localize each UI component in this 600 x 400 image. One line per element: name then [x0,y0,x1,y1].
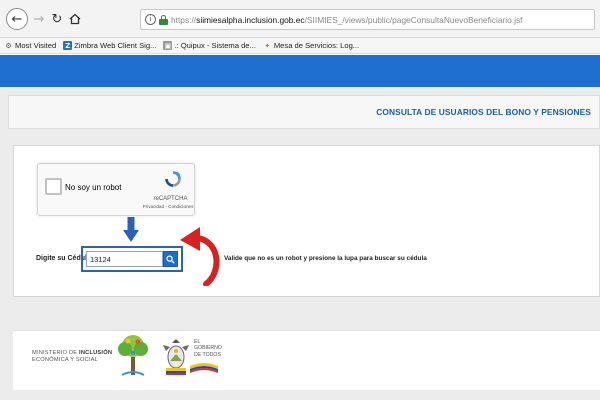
mesa-icon: ✦ [264,41,271,50]
url-domain: siimiesalpha.inclusion.gob.ec [196,14,305,25]
ministry-name-line1: MINISTERIO DE [32,350,80,356]
down-arrow-annotation-icon [123,217,139,242]
recaptcha-widget: No soy un robot reCAPTCHA Privacidad - C… [37,163,195,216]
back-arrow-icon[interactable]: ← [6,8,28,30]
gobierno-logo: EL GOBIERNO DE TODOS [194,339,222,358]
quipux-icon: ▣ [163,41,173,50]
bookmark-mesa[interactable]: ✦ Mesa de Servicios: Log... [263,41,359,50]
gob-line2: GOBIERNO [194,345,222,352]
bookmark-most-visited[interactable]: ⚙ Most Visited [4,41,56,50]
url-protocol: https:// [171,14,197,25]
zimbra-icon: Z [63,41,73,50]
flag-stripe-icon [190,363,218,373]
title-strip: CONSULTA DE USUARIOS DEL BONO Y PENSIONE… [8,95,600,129]
search-instruction: Valide que no es un robot y presione la … [224,255,427,262]
recaptcha-logo-icon [165,171,181,187]
tree-emblem-icon [118,335,148,376]
bookmarks-bar: ⚙ Most Visited Z Zimbra Web Client Sig..… [0,38,600,54]
ministry-logo: MINISTERIO DE INCLUSIÓN ECONÓMICA Y SOCI… [32,350,112,365]
cedula-input[interactable] [86,251,163,267]
bookmark-label: Most Visited [15,41,57,50]
url-path: /SIIMIES_/views/public/pageConsultaNuevo… [304,14,523,25]
gob-line1: EL [194,339,201,345]
ministry-name-line2: ECONÓMICA Y SOCIAL [32,357,98,364]
address-bar[interactable]: i https://siimiesalpha.inclusion.gob.ec /… [140,9,595,30]
curved-arrow-annotation-icon [180,227,220,286]
search-icon [166,254,175,264]
gear-icon: ⚙ [5,41,12,50]
recaptcha-checkbox[interactable] [45,178,62,195]
bookmark-label: Mesa de Servicios: Log... [273,41,360,50]
home-icon[interactable] [66,10,84,28]
bookmark-label: .: Quipux - Sistema de... [174,41,256,50]
gob-line3: DE TODOS [194,351,221,358]
page-title: CONSULTA DE USUARIOS DEL BONO Y PENSIONE… [376,107,591,117]
recaptcha-brand: reCAPTCHA [153,196,188,202]
bookmark-quipux[interactable]: ▣ .: Quipux - Sistema de... [163,41,256,50]
forward-arrow-icon[interactable]: → [30,10,48,28]
ecuador-coat-of-arms-icon [163,339,189,375]
reload-icon[interactable]: ↻ [48,10,66,28]
site-header-band [0,55,600,87]
info-icon[interactable]: i [145,14,156,25]
ministry-name-bold: INCLUSIÓN [79,350,113,356]
bookmark-label: Zimbra Web Client Sig... [74,41,157,50]
recaptcha-links[interactable]: Privacidad - Condiciones [142,204,194,209]
browser-toolbar: ← → ↻ i https://siimiesalpha.inclusion.g… [0,0,600,38]
lock-icon [159,15,168,25]
recaptcha-label: No soy un robot [65,183,122,192]
bookmark-zimbra[interactable]: Z Zimbra Web Client Sig... [63,41,156,50]
